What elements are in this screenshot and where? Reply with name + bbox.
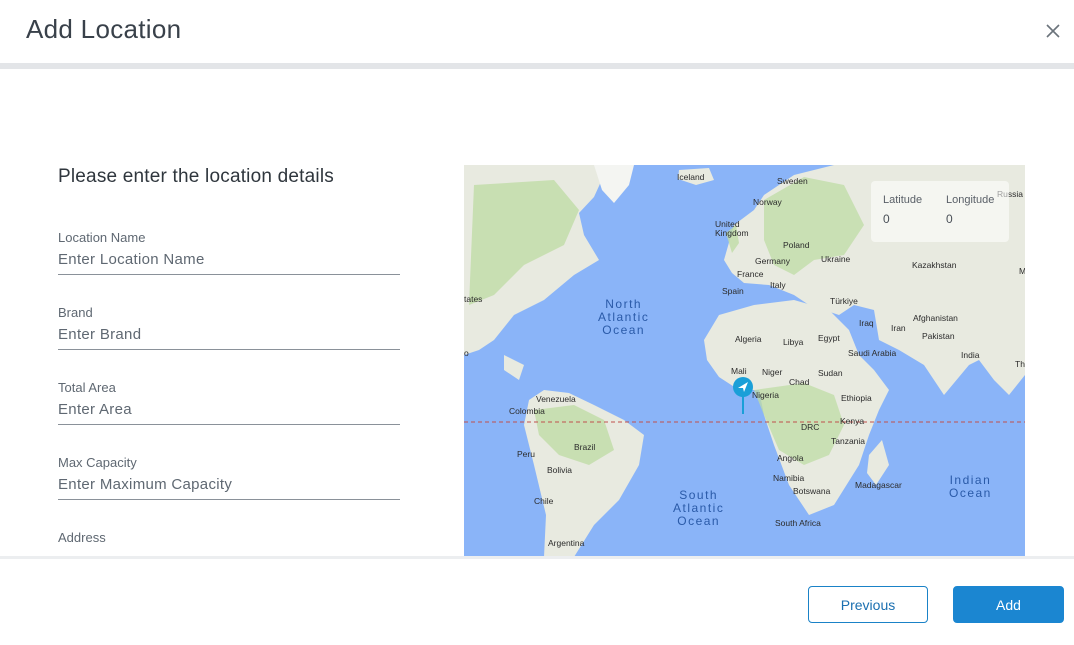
map-label: Pakistan [922,331,955,341]
map-label: Ukraine [821,254,851,264]
map-label: Peru [517,449,535,459]
map-label: France [737,269,764,279]
longitude-group: Longitude 0 [946,194,994,226]
ocean-label-indian: Indian Ocean [949,473,992,500]
map-label: Italy [770,280,786,290]
map-label: Chad [789,377,810,387]
map-label: Kazakhstan [912,260,957,270]
map-label: Madagascar [855,480,902,490]
brand-label: Brand [58,305,93,320]
map-label: South Africa [775,518,821,528]
address-label: Address [58,530,106,545]
map-label: Angola [777,453,804,463]
brand-input[interactable] [58,325,400,350]
map-label: Th [1015,359,1025,369]
total-area-field: Total Area [58,380,400,425]
coordinates-panel: Latitude 0 Longitude 0 [871,181,1009,242]
header-divider [0,63,1074,69]
location-name-label: Location Name [58,230,146,245]
location-name-field: Location Name [58,230,400,275]
dialog-header: Add Location [0,0,1074,63]
previous-button[interactable]: Previous [808,586,928,623]
map-label: Norway [753,197,782,207]
max-capacity-label: Max Capacity [58,455,137,470]
total-area-input[interactable] [58,400,400,425]
ocean-label-south-atlantic: South Atlantic Ocean [673,488,725,528]
map-label: Niger [762,367,783,377]
map-label: Iceland [677,172,705,182]
max-capacity-field: Max Capacity [58,455,400,500]
map-label: Colombia [509,406,545,416]
ocean-label-north-atlantic: North Atlantic Ocean [598,297,650,337]
map-label: Argentina [548,538,585,548]
map-label: India [961,350,980,360]
map-label: Venezuela [536,394,576,404]
total-area-label: Total Area [58,380,116,395]
map-label: Spain [722,286,744,296]
navigation-arrow-icon[interactable] [732,376,754,416]
close-icon[interactable] [1043,21,1063,41]
map-label: Sudan [818,368,843,378]
map-label: Kenya [840,416,865,426]
longitude-label: Longitude [946,194,995,206]
location-map[interactable]: North Atlantic Ocean South Atlantic Ocea… [464,165,1025,557]
dialog-title: Add Location [26,14,182,44]
map-label: Namibia [773,473,805,483]
map-label: M [1019,266,1025,276]
map-label: Chile [534,496,554,506]
latitude-group: Latitude 0 [883,194,922,226]
map-label: United Kingdom [715,219,749,238]
add-button[interactable]: Add [953,586,1064,623]
map-label: Egypt [818,333,840,343]
max-capacity-input[interactable] [58,475,400,500]
longitude-value: 0 [946,212,953,226]
map-label: Saudi Arabia [848,348,897,358]
map-label: Algeria [735,334,762,344]
map-label: Botswana [793,486,831,496]
map-label: Türkiye [830,296,858,306]
map-label: Sweden [777,176,808,186]
map-label: Iran [891,323,906,333]
map-label: DRC [801,422,820,432]
footer-divider [0,556,1074,559]
map-label: Germany [755,256,790,266]
brand-field: Brand [58,305,400,350]
map-label: Brazil [574,442,596,452]
map-label: Bolivia [547,465,573,475]
map-label: Ethiopia [841,393,872,403]
latitude-label: Latitude [883,194,923,206]
latitude-value: 0 [883,212,890,226]
map-label: o [464,348,469,358]
map-label: Tanzania [831,436,866,446]
form-heading: Please enter the location details [58,166,334,187]
map-label: Libya [783,337,804,347]
location-name-input[interactable] [58,250,400,275]
map-label: Poland [783,240,810,250]
map-label: Nigeria [752,390,779,400]
map-label: Mali [731,366,747,376]
map-label: Afghanistan [913,313,958,323]
map-label: tates [464,294,483,304]
map-label: Iraq [859,318,874,328]
